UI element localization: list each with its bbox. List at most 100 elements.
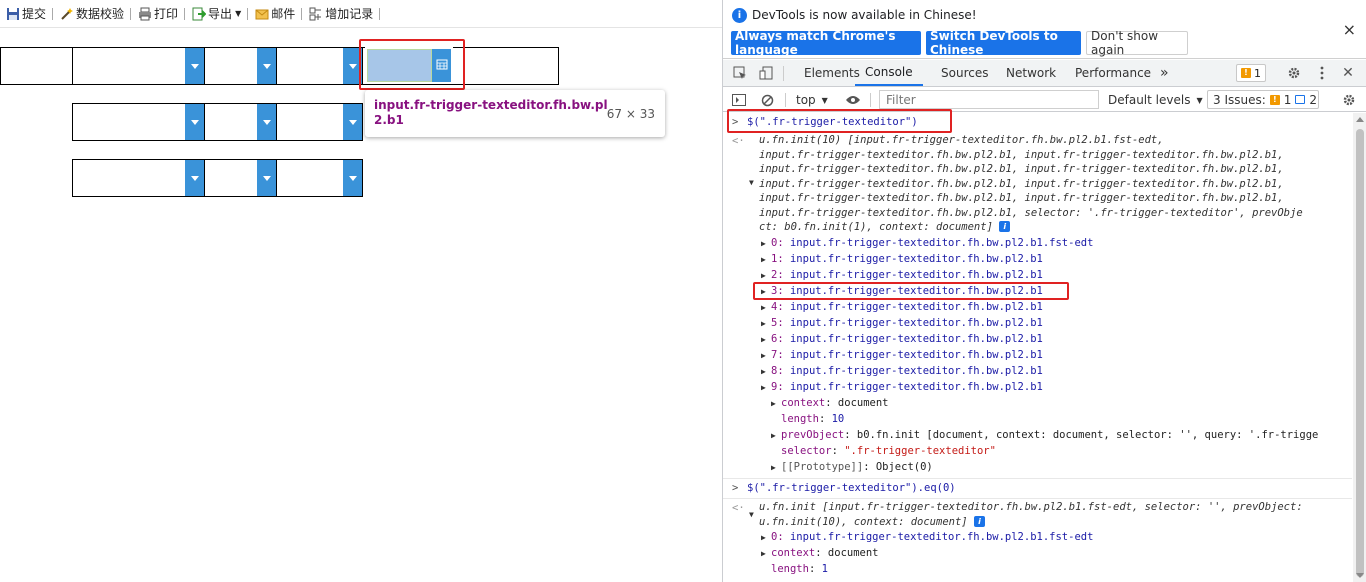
validate-button[interactable]: 数据校验 bbox=[56, 3, 127, 25]
combo-box[interactable] bbox=[276, 159, 363, 197]
add-record-button[interactable]: 增加记录 bbox=[305, 3, 376, 25]
console-filter-input[interactable]: Filter bbox=[879, 90, 1099, 109]
console-settings-gear-icon[interactable] bbox=[1342, 91, 1356, 109]
array-value: input.fr-trigger-texteditor.fh.bw.pl2.b1… bbox=[789, 237, 1094, 249]
more-tabs-button[interactable]: » bbox=[1160, 60, 1169, 86]
array-item[interactable]: ▶ 4: input.fr-trigger-texteditor.fh.bw.pl… bbox=[761, 300, 1043, 316]
export-button[interactable]: 导出 ▼ bbox=[188, 3, 244, 25]
dropdown-trigger[interactable] bbox=[185, 48, 204, 84]
export-icon bbox=[191, 6, 206, 21]
property-key: prevObject bbox=[781, 429, 845, 441]
log-levels-dropdown[interactable]: Default levels ▼ bbox=[1108, 91, 1203, 109]
combo-box[interactable] bbox=[204, 47, 277, 85]
combo-box[interactable] bbox=[276, 103, 363, 141]
array-item[interactable]: ▶ 9: input.fr-trigger-texteditor.fh.bw.pl… bbox=[761, 380, 1043, 396]
combo-box[interactable] bbox=[204, 159, 277, 197]
scroll-up-arrow-icon[interactable] bbox=[1356, 117, 1364, 122]
result-arrow-icon: <· bbox=[732, 502, 745, 514]
property-key: context bbox=[771, 547, 816, 559]
chevron-down-icon bbox=[262, 63, 271, 69]
property-key: length bbox=[771, 563, 809, 575]
dropdown-trigger[interactable] bbox=[257, 104, 276, 140]
warning-icon: ! bbox=[1269, 94, 1280, 105]
match-language-button[interactable]: Always match Chrome's language bbox=[731, 29, 921, 57]
property-row[interactable]: ▶ context: document bbox=[771, 396, 889, 412]
array-item[interactable]: ▶ 5: input.fr-trigger-texteditor.fh.bw.pl… bbox=[761, 316, 1043, 332]
dropdown-trigger[interactable] bbox=[185, 160, 204, 196]
expand-triangle-icon[interactable]: ▼ bbox=[749, 510, 759, 519]
result-summary[interactable]: u.fn.init [input.fr-trigger-texteditor.f… bbox=[759, 500, 1303, 515]
result-summary[interactable]: u.fn.init(10) [input.fr-trigger-textedit… bbox=[759, 133, 1164, 148]
expand-triangle-icon: ▶ bbox=[761, 239, 766, 248]
array-item[interactable]: ▶ 7: input.fr-trigger-texteditor.fh.bw.pl… bbox=[761, 348, 1043, 364]
array-item[interactable]: ▶ 1: input.fr-trigger-texteditor.fh.bw.pl… bbox=[761, 252, 1043, 268]
dropdown-trigger[interactable] bbox=[185, 104, 204, 140]
property-row: selector: ".fr-trigger-texteditor" bbox=[781, 445, 996, 457]
property-value: b0.fn.init [document, context: document,… bbox=[856, 429, 1319, 441]
chevron-down-icon bbox=[262, 175, 271, 181]
array-item[interactable]: ▶ 6: input.fr-trigger-texteditor.fh.bw.pl… bbox=[761, 332, 1043, 348]
submit-button[interactable]: 提交 bbox=[2, 3, 49, 25]
result-summary: input.fr-trigger-texteditor.fh.bw.pl2.b1… bbox=[759, 192, 1284, 204]
inspect-element-icon[interactable] bbox=[731, 64, 749, 82]
tooltip-size: 67 × 33 bbox=[606, 107, 655, 121]
dont-show-again-button[interactable]: Don't show again bbox=[1086, 29, 1188, 57]
form-cell[interactable] bbox=[0, 47, 73, 85]
info-icon[interactable]: i bbox=[999, 221, 1011, 232]
console-output[interactable]: > $(".fr-trigger-texteditor") <· u.fn.in… bbox=[723, 113, 1352, 582]
tab-elements[interactable]: Elements bbox=[804, 60, 860, 86]
property-row[interactable]: ▶ [[Prototype]]: Object(0) bbox=[771, 460, 933, 476]
combo-box[interactable] bbox=[72, 103, 205, 141]
chevron-down-icon bbox=[190, 175, 199, 181]
switch-chinese-button[interactable]: Switch DevTools to Chinese bbox=[926, 29, 1081, 57]
property-value: 1 bbox=[821, 563, 828, 575]
highlight-box bbox=[753, 282, 1069, 300]
issues-counter[interactable]: ! 1 bbox=[1236, 64, 1266, 82]
expand-triangle-icon[interactable]: ▼ bbox=[749, 178, 759, 187]
expand-triangle-icon: ▶ bbox=[761, 533, 766, 542]
close-icon[interactable]: × bbox=[1343, 20, 1356, 39]
result-arrow-icon: <· bbox=[732, 135, 745, 147]
clear-console-icon[interactable] bbox=[761, 91, 774, 109]
device-toggle-icon[interactable] bbox=[757, 64, 775, 82]
dropdown-trigger[interactable] bbox=[343, 104, 362, 140]
dropdown-trigger[interactable] bbox=[257, 160, 276, 196]
print-button[interactable]: 打印 bbox=[134, 3, 181, 25]
dropdown-trigger[interactable] bbox=[257, 48, 276, 84]
issues-button[interactable]: 3 Issues: ! 1 2 bbox=[1207, 90, 1319, 109]
combo-box[interactable] bbox=[72, 47, 205, 85]
scroll-down-arrow-icon[interactable] bbox=[1356, 573, 1364, 578]
kebab-menu-icon[interactable] bbox=[1313, 64, 1331, 82]
console-scrollbar[interactable] bbox=[1353, 113, 1366, 582]
array-item[interactable]: ▶ 0: input.fr-trigger-texteditor.fh.bw.pl… bbox=[761, 530, 1093, 546]
array-value: input.fr-trigger-texteditor.fh.bw.pl2.b1 bbox=[789, 269, 1043, 281]
tab-network[interactable]: Network bbox=[1006, 60, 1056, 86]
tab-divider bbox=[783, 66, 784, 81]
entry-divider bbox=[723, 478, 1352, 479]
expand-triangle-icon: ▶ bbox=[771, 463, 776, 472]
issues-warn-count: 1 bbox=[1283, 92, 1292, 107]
settings-gear-icon[interactable] bbox=[1285, 64, 1303, 82]
sidebar-toggle-icon[interactable] bbox=[732, 91, 746, 109]
scroll-thumb[interactable] bbox=[1356, 129, 1364, 577]
result-summary-text: u.fn.init(10), context: document] bbox=[759, 515, 968, 528]
combo-box[interactable] bbox=[204, 103, 277, 141]
tab-console[interactable]: Console bbox=[855, 60, 923, 86]
mail-button[interactable]: 邮件 bbox=[251, 3, 298, 25]
tab-sources[interactable]: Sources bbox=[941, 60, 988, 86]
property-row[interactable]: ▶ prevObject: b0.fn.init [document, conte… bbox=[771, 428, 1352, 444]
property-row[interactable]: ▶ context: document bbox=[761, 546, 879, 562]
dropdown-trigger[interactable] bbox=[343, 160, 362, 196]
array-value: input.fr-trigger-texteditor.fh.bw.pl2.b1 bbox=[789, 253, 1043, 265]
tab-performance[interactable]: Performance bbox=[1075, 60, 1151, 86]
live-expression-eye-icon[interactable] bbox=[845, 91, 861, 109]
property-key: length bbox=[781, 413, 819, 425]
property-row: length: 1 bbox=[771, 563, 828, 575]
array-item[interactable]: ▶ 8: input.fr-trigger-texteditor.fh.bw.pl… bbox=[761, 364, 1043, 380]
combo-box[interactable] bbox=[72, 159, 205, 197]
array-item[interactable]: ▶ 0: input.fr-trigger-texteditor.fh.bw.pl… bbox=[761, 236, 1093, 252]
combo-box[interactable] bbox=[276, 47, 363, 85]
close-devtools-icon[interactable]: ✕ bbox=[1339, 64, 1357, 82]
info-icon[interactable]: i bbox=[973, 515, 985, 527]
context-selector[interactable]: top ▼ bbox=[796, 91, 828, 109]
